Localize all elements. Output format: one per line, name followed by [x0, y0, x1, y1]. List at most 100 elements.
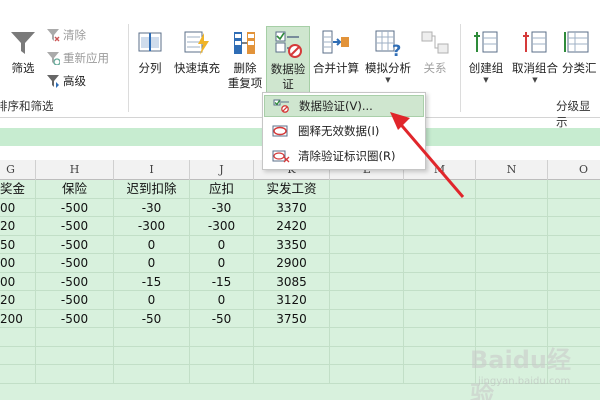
cell-empty[interactable] [114, 365, 190, 384]
cell-empty[interactable] [548, 254, 600, 273]
cell-net-pay[interactable]: 3370 [254, 198, 330, 217]
cell-empty[interactable] [476, 309, 548, 328]
cell-late-deduction[interactable]: 0 [114, 235, 190, 254]
cell-insurance[interactable]: -500 [36, 198, 114, 217]
cell-late-deduction[interactable]: -50 [114, 309, 190, 328]
cell-net-pay[interactable]: 2900 [254, 254, 330, 273]
cell-insurance[interactable]: -500 [36, 309, 114, 328]
cell-empty[interactable] [404, 328, 476, 347]
cell-header-insurance[interactable]: 保险 [36, 180, 114, 199]
cell-empty[interactable] [476, 254, 548, 273]
cell-net-pay[interactable]: 2420 [254, 217, 330, 236]
cell-empty[interactable] [548, 180, 600, 199]
cell-late-deduction[interactable]: -30 [114, 198, 190, 217]
cell-empty[interactable] [548, 273, 600, 291]
menu-item-data-validation[interactable]: 数据验证(V)... [264, 95, 424, 117]
cell-header-late-deduction[interactable]: 迟到扣除 [114, 180, 190, 199]
relationships-button[interactable]: 关系 [418, 28, 452, 76]
what-if-analysis-button[interactable]: ? 模拟分析 ▼ [362, 28, 414, 84]
cell-header-net-pay[interactable]: 实发工资 [254, 180, 330, 199]
column-header-o[interactable]: O [548, 160, 600, 180]
cell-empty[interactable] [114, 346, 190, 365]
cell-empty[interactable] [548, 291, 600, 310]
cell-empty[interactable] [36, 346, 114, 365]
ungroup-button[interactable]: 取消组合 ▼ [508, 28, 562, 84]
advanced-filter-button[interactable]: 高级 [46, 74, 86, 88]
cell-late-deduction[interactable]: 0 [114, 254, 190, 273]
cell-empty[interactable] [0, 346, 36, 365]
cell-empty[interactable] [254, 328, 330, 347]
cell-empty[interactable] [114, 328, 190, 347]
column-header-h[interactable]: H [36, 160, 114, 180]
cell-empty[interactable] [0, 365, 36, 384]
cell-late-deduction[interactable]: -300 [114, 217, 190, 236]
group-button[interactable]: 创建组 ▼ [465, 28, 507, 84]
cell-empty[interactable] [476, 180, 548, 199]
cell-empty[interactable] [548, 199, 600, 217]
clear-button[interactable]: 清除 [46, 28, 86, 42]
cell-empty[interactable] [404, 365, 476, 384]
cell-insurance[interactable]: -500 [36, 291, 114, 310]
cell-net-pay[interactable]: 3120 [254, 291, 330, 310]
cell-empty[interactable] [254, 365, 330, 384]
cell-net-pay[interactable]: 3350 [254, 235, 330, 254]
column-header-g[interactable]: G [0, 160, 36, 180]
subtotal-button[interactable]: 分类汇 [562, 28, 600, 76]
remove-duplicates-button[interactable]: 删除 重复项 [227, 28, 263, 91]
column-header-j[interactable]: J [190, 160, 254, 180]
cell-bonus[interactable]: 20 [0, 217, 36, 236]
cell-empty[interactable] [190, 346, 254, 365]
cell-net-pay[interactable]: 3085 [254, 272, 330, 291]
cell-empty[interactable] [404, 272, 476, 291]
cell-empty[interactable] [476, 291, 548, 310]
cell-empty[interactable] [330, 235, 404, 254]
cell-insurance[interactable]: -500 [36, 254, 114, 273]
cell-empty[interactable] [330, 217, 404, 236]
cell-empty[interactable] [404, 346, 476, 365]
cell-deductions[interactable]: 0 [190, 254, 254, 273]
cell-bonus[interactable]: 00 [0, 254, 36, 273]
cell-empty[interactable] [330, 198, 404, 217]
cell-empty[interactable] [330, 254, 404, 273]
cell-empty[interactable] [404, 235, 476, 254]
cell-empty[interactable] [404, 291, 476, 310]
cell-late-deduction[interactable]: -15 [114, 272, 190, 291]
cell-insurance[interactable]: -500 [36, 272, 114, 291]
cell-empty[interactable] [404, 254, 476, 273]
cell-deductions[interactable]: 0 [190, 291, 254, 310]
cell-header-deductions[interactable]: 应扣 [190, 180, 254, 199]
cell-empty[interactable] [0, 328, 36, 347]
reapply-button[interactable]: 重新应用 [46, 51, 109, 66]
column-header-n[interactable]: N [476, 160, 548, 180]
menu-item-clear-circles[interactable]: 清除验证标识圈(R) [264, 145, 424, 167]
cell-net-pay[interactable]: 3750 [254, 309, 330, 328]
cell-empty[interactable] [190, 365, 254, 384]
cell-empty[interactable] [548, 310, 600, 328]
filter-button[interactable]: 筛选 [6, 28, 40, 76]
cell-header-bonus[interactable]: 奖金 [0, 180, 36, 199]
cell-empty[interactable] [330, 309, 404, 328]
text-to-columns-button[interactable]: 分列 [135, 28, 165, 76]
cell-deductions[interactable]: -300 [190, 217, 254, 236]
cell-empty[interactable] [330, 328, 404, 347]
cell-empty[interactable] [36, 328, 114, 347]
consolidate-button[interactable]: 合并计算 [311, 28, 361, 76]
cell-empty[interactable] [330, 272, 404, 291]
cell-empty[interactable] [476, 217, 548, 236]
cell-empty[interactable] [330, 346, 404, 365]
cell-insurance[interactable]: -500 [36, 217, 114, 236]
cell-bonus[interactable]: 200 [0, 309, 36, 328]
column-header-i[interactable]: I [114, 160, 190, 180]
cell-bonus[interactable]: 50 [0, 235, 36, 254]
cell-empty[interactable] [404, 309, 476, 328]
cell-empty[interactable] [254, 346, 330, 365]
cell-empty[interactable] [548, 236, 600, 254]
cell-empty[interactable] [330, 365, 404, 384]
flash-fill-button[interactable]: 快速填充 [170, 28, 224, 76]
cell-bonus[interactable]: 20 [0, 291, 36, 310]
cell-empty[interactable] [404, 180, 476, 199]
cell-empty[interactable] [330, 291, 404, 310]
cell-deductions[interactable]: -30 [190, 198, 254, 217]
cell-deductions[interactable]: -15 [190, 272, 254, 291]
cell-late-deduction[interactable]: 0 [114, 291, 190, 310]
